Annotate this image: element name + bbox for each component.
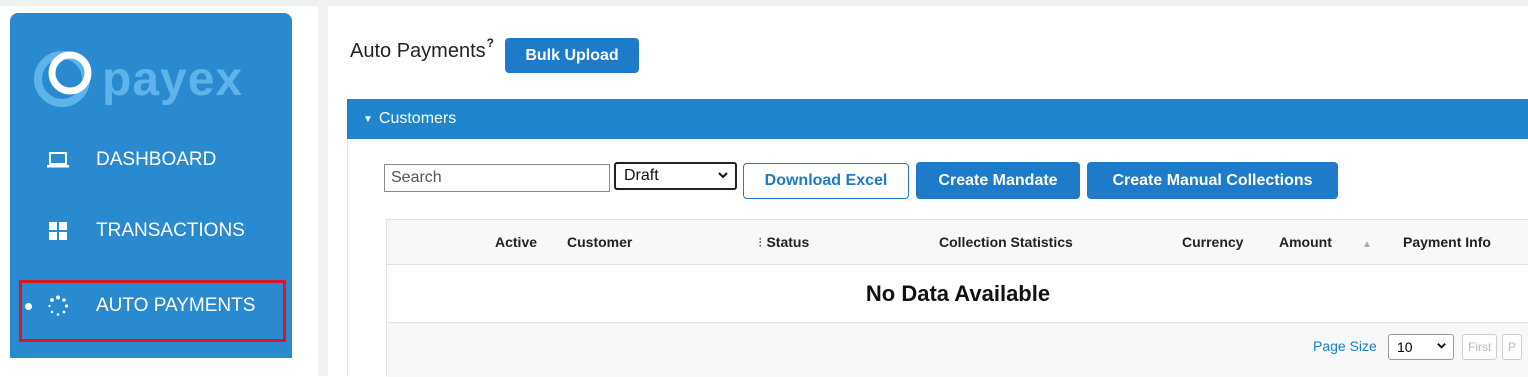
page-size-select[interactable]: 10 <box>1388 334 1454 360</box>
column-header-collection-statistics[interactable]: Collection Statistics <box>939 234 1073 250</box>
caret-down-icon: ▼ <box>363 113 373 125</box>
column-header-amount[interactable]: Amount <box>1279 234 1332 250</box>
drag-handle-icon: ⁝ <box>758 234 763 250</box>
help-icon[interactable]: ? <box>487 36 494 50</box>
panel-title: Customers <box>378 110 457 127</box>
create-manual-collections-button[interactable]: Create Manual Collections <box>1087 162 1338 199</box>
column-header-active[interactable]: Active <box>495 234 537 250</box>
sidebar-item-label: DASHBOARD <box>96 149 217 170</box>
table-header: Active Customer ⁝ Status Collection Stati… <box>387 220 1528 265</box>
column-header-currency[interactable]: Currency <box>1182 234 1243 250</box>
customers-panel-header[interactable]: ▼ Customers <box>347 99 1528 139</box>
search-input[interactable] <box>384 164 610 192</box>
page-size-value: 10 <box>1397 339 1413 355</box>
create-mandate-button[interactable]: Create Mandate <box>916 162 1080 199</box>
prev-page-button[interactable]: P <box>1502 334 1523 360</box>
page-title: Auto Payments? <box>350 36 494 63</box>
column-header-status-label: Status <box>766 234 810 250</box>
bulk-upload-button[interactable]: Bulk Upload <box>505 38 639 73</box>
highlight-box <box>19 280 286 342</box>
column-header-payment-info[interactable]: Payment Info <box>1403 234 1491 250</box>
status-select-value: Draft <box>624 167 659 184</box>
customers-table: Active Customer ⁝ Status Collection Stati… <box>386 219 1528 377</box>
grid-icon <box>46 219 70 243</box>
pagination-bar: Page Size 10 First P <box>387 322 1528 377</box>
status-select[interactable]: Draft <box>614 162 737 190</box>
column-header-status[interactable]: ⁝ Status <box>758 234 809 251</box>
customers-panel-body: Draft Download Excel Create Mandate Crea… <box>347 139 1528 377</box>
content-gutter <box>318 0 328 376</box>
sidebar-item-label: TRANSACTIONS <box>96 220 245 241</box>
page-size-label: Page Size <box>1313 338 1377 354</box>
empty-state-text: No Data Available <box>865 280 1051 306</box>
chevron-down-icon <box>717 169 729 184</box>
page-title-text: Auto Payments <box>350 40 486 62</box>
column-header-customer[interactable]: Customer <box>567 234 632 250</box>
sidebar-item-transactions[interactable]: TRANSACTIONS <box>10 208 292 254</box>
first-page-button[interactable]: First <box>1462 334 1498 360</box>
logo-text: payex <box>102 52 244 106</box>
sort-asc-icon[interactable]: ▲ <box>1362 239 1372 250</box>
download-excel-button[interactable]: Download Excel <box>743 163 909 199</box>
sidebar-item-dashboard[interactable]: DASHBOARD <box>10 137 292 183</box>
chevron-down-icon <box>1436 340 1447 354</box>
main-content: Auto Payments? Bulk Upload ▼ Customers D… <box>328 6 1528 377</box>
payex-logo[interactable]: payex <box>32 37 243 117</box>
laptop-icon <box>46 148 70 172</box>
payex-logo-mark-icon <box>34 51 92 107</box>
